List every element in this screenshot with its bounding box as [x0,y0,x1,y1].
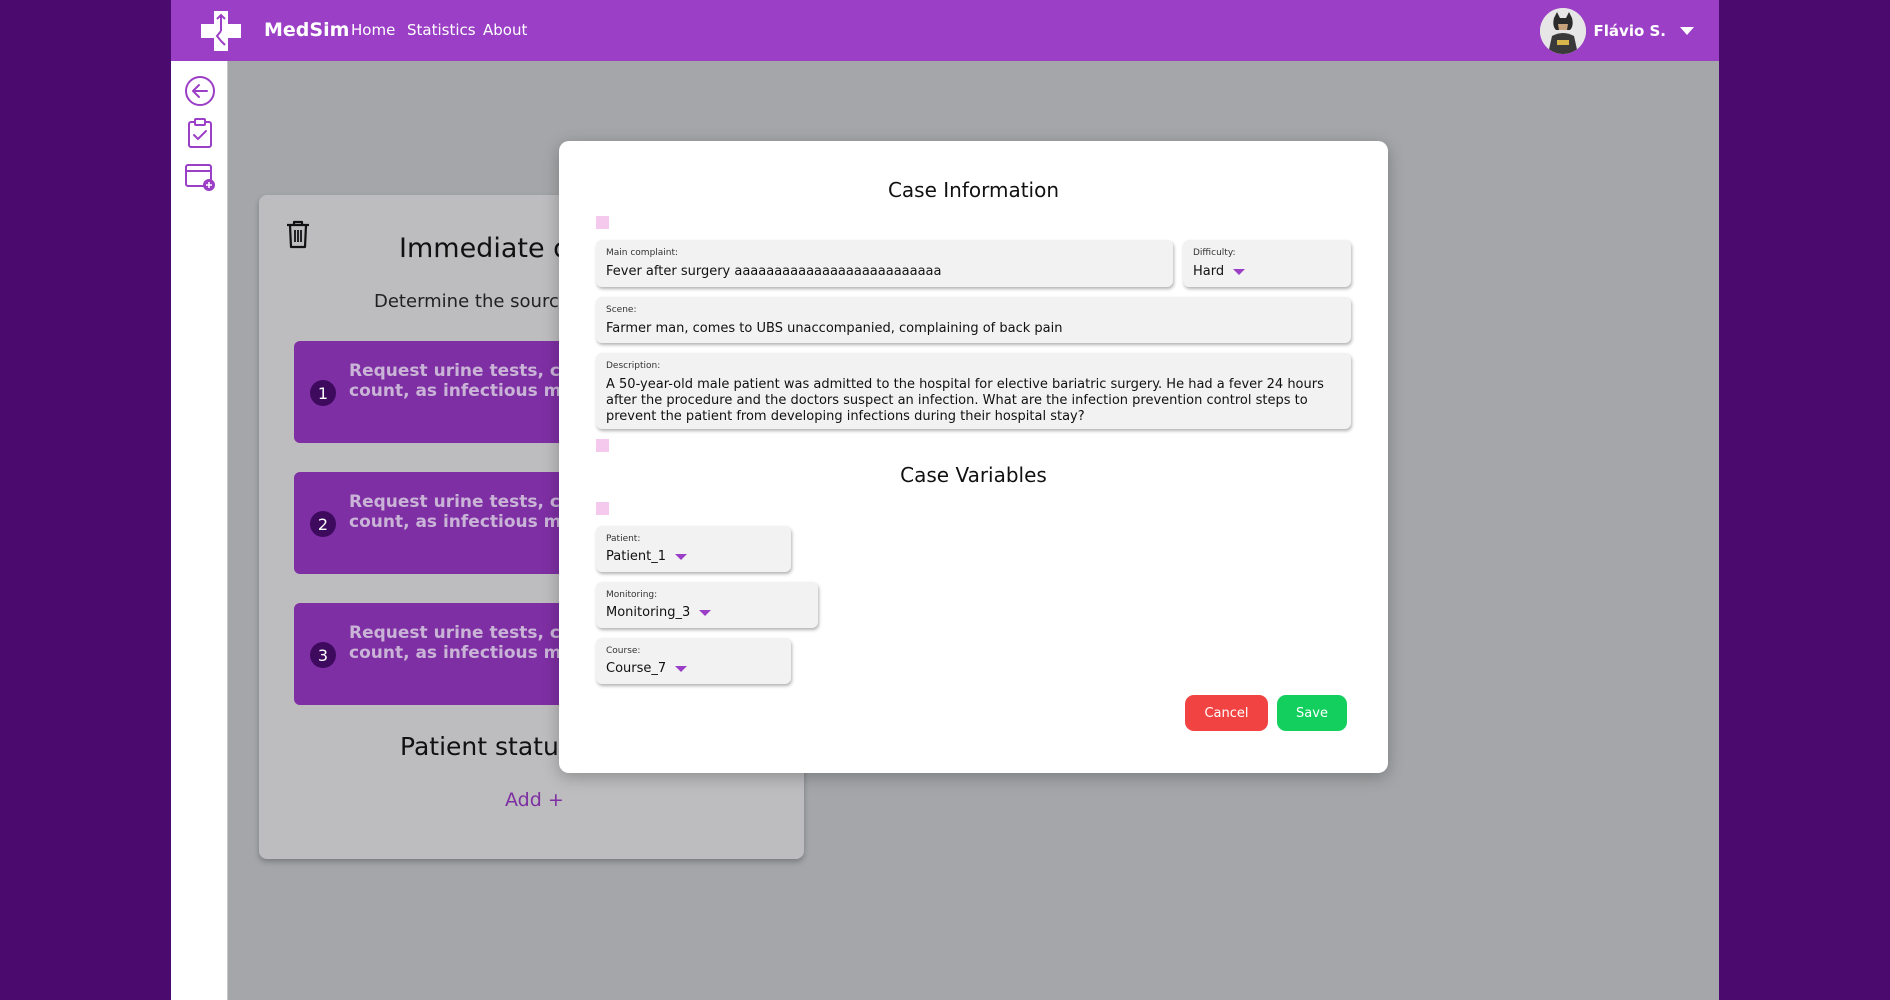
difficulty-selected: Hard [1193,264,1225,279]
cancel-button[interactable]: Cancel [1185,695,1268,731]
user-name: Flávio S. [1593,22,1666,40]
trash-icon[interactable] [285,219,311,249]
field-label: Scene: [606,305,637,315]
main-complaint-input[interactable]: Fever after surgery aaaaaaaaaaaaaaaaaaaa… [606,264,942,279]
case-variables-title: Case Variables [900,463,1047,487]
difficulty-value[interactable]: Hard [1193,264,1246,279]
top-nav-bar: MedSim Home Statistics About Flávio S. [171,0,1719,61]
difficulty-select[interactable]: Difficulty: Hard [1183,240,1351,287]
description-field[interactable]: Description: A 50-year-old male patient … [596,353,1351,429]
card-title: Immediate c [399,233,568,264]
section-marker [596,502,609,515]
chevron-down-icon [675,553,688,560]
field-label: Difficulty: [1193,248,1236,258]
description-textarea[interactable]: A 50-year-old male patient was admitted … [606,377,1341,425]
nav-about[interactable]: About [483,21,527,39]
monitoring-value[interactable]: Monitoring_3 [606,605,712,620]
chevron-down-icon[interactable] [1680,27,1694,35]
main-complaint-field[interactable]: Main complaint: Fever after surgery aaaa… [596,240,1173,287]
monitoring-select[interactable]: Monitoring: Monitoring_3 [596,582,818,628]
step-number: 3 [310,642,336,668]
course-selected: Course_7 [606,661,667,676]
scene-input[interactable]: Farmer man, comes to UBS unaccompanied, … [606,321,1062,336]
field-label: Course: [606,646,641,656]
step-number: 1 [310,380,336,406]
chevron-down-icon [699,609,712,616]
add-window-icon[interactable] [184,161,216,193]
save-button[interactable]: Save [1277,695,1347,731]
clipboard-check-icon[interactable] [184,117,216,149]
app-window: MedSim Home Statistics About Flávio S. I… [171,0,1719,1000]
avatar [1539,8,1586,54]
medsim-logo-icon[interactable] [199,9,243,53]
add-button[interactable]: Add + [505,789,564,811]
patient-status-heading: Patient statu [400,732,559,761]
step-number: 2 [310,511,336,537]
field-label: Description: [606,361,661,371]
avatar-image-icon [1539,8,1586,54]
scene-field[interactable]: Scene: Farmer man, comes to UBS unaccomp… [596,297,1351,343]
nav-home[interactable]: Home [351,21,395,39]
chevron-down-icon [1233,268,1246,275]
section-marker [596,216,609,229]
field-label: Main complaint: [606,248,679,258]
back-arrow-icon[interactable] [184,75,216,107]
monitoring-selected: Monitoring_3 [606,605,691,620]
case-information-title: Case Information [887,178,1060,202]
field-label: Monitoring: [606,590,658,600]
case-information-modal: Case Information Main complaint: Fever a… [559,141,1388,773]
patient-select[interactable]: Patient: Patient_1 [596,526,791,572]
course-value[interactable]: Course_7 [606,661,688,676]
user-menu[interactable]: Flávio S. [1539,7,1694,55]
brand-name[interactable]: MedSim [264,19,349,41]
nav-statistics[interactable]: Statistics [407,21,476,39]
patient-value[interactable]: Patient_1 [606,549,688,564]
course-select[interactable]: Course: Course_7 [596,638,791,684]
chevron-down-icon [675,665,688,672]
card-subtitle: Determine the sourc [374,291,559,312]
section-marker [596,439,609,452]
sidebar [171,61,228,1000]
patient-selected: Patient_1 [606,549,667,564]
field-label: Patient: [606,534,641,544]
